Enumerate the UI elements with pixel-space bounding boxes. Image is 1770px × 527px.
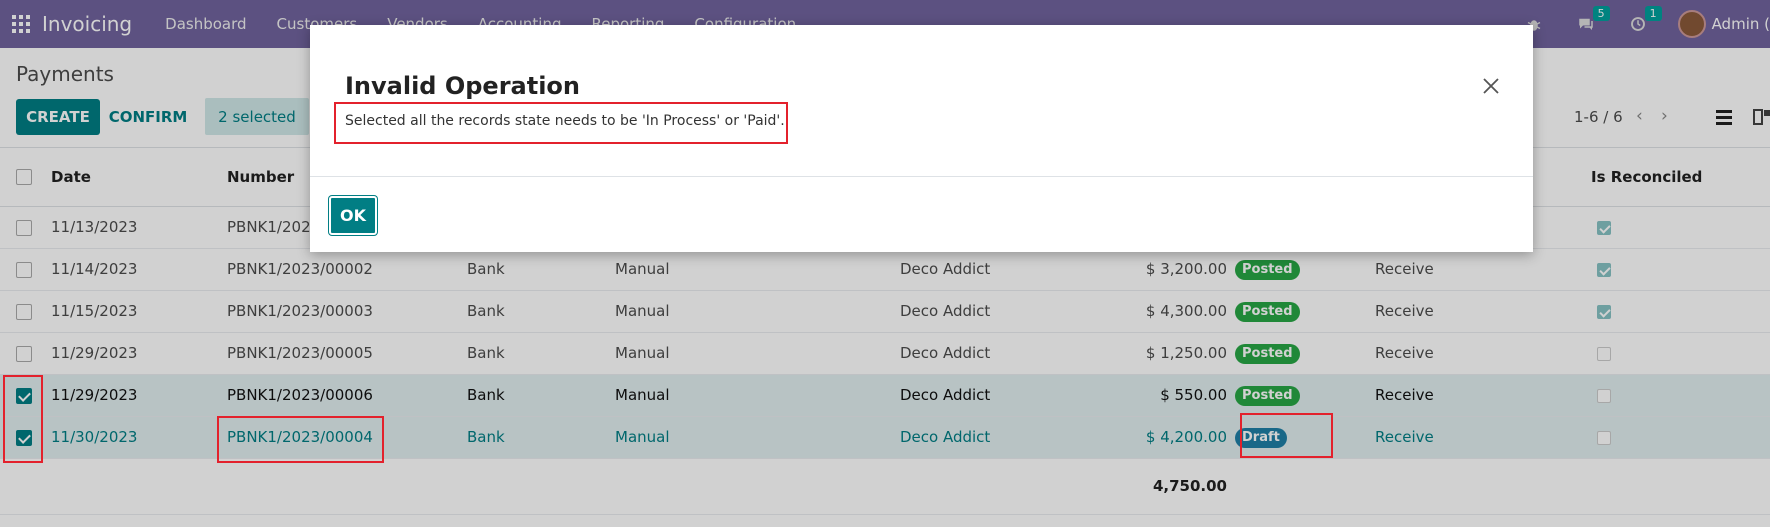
checkboxes-highlight-box bbox=[3, 375, 43, 463]
dialog-divider bbox=[310, 176, 1533, 177]
draft-status-highlight-box bbox=[1240, 413, 1333, 458]
message-highlight-box bbox=[334, 102, 788, 144]
number-highlight-box bbox=[217, 416, 384, 463]
close-icon[interactable] bbox=[1481, 76, 1501, 96]
dialog-title: Invalid Operation bbox=[345, 72, 581, 100]
ok-button[interactable]: OK bbox=[329, 196, 377, 235]
